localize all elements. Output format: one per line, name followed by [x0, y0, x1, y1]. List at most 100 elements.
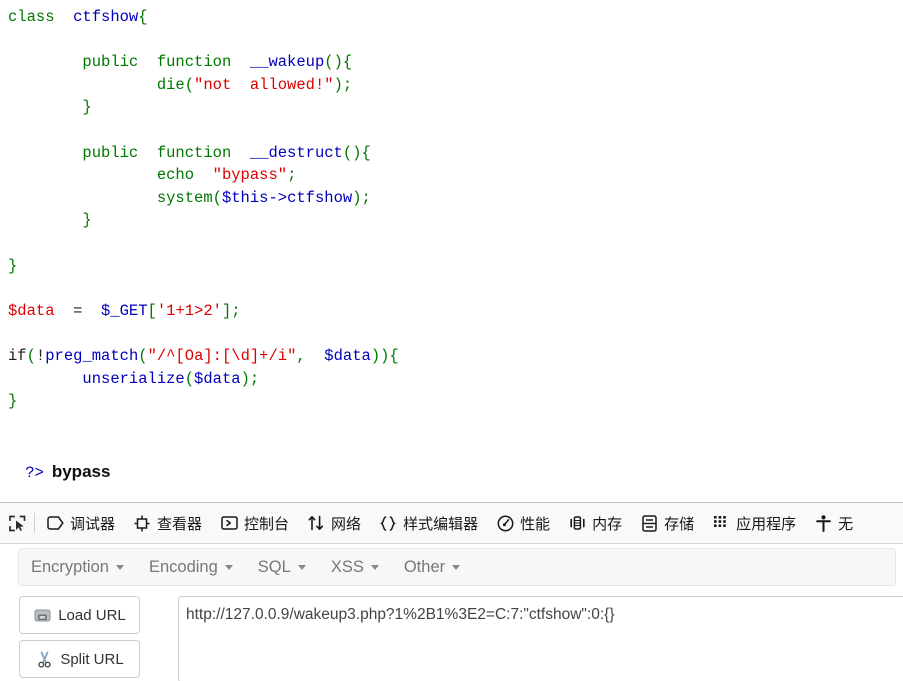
hackbar-menu-encoding[interactable]: Encoding — [149, 558, 246, 577]
devtools-tab-label: 内存 — [592, 514, 623, 533]
code-token: "bypass" — [203, 166, 288, 185]
code-token: [ — [147, 301, 157, 320]
code-token: ); — [352, 188, 371, 207]
code-token: ]; — [221, 301, 241, 320]
code-line: class ctfshow{ — [8, 6, 903, 29]
hackbar-menu-encryption[interactable]: Encryption — [31, 558, 137, 577]
performance-gauge-icon — [496, 514, 514, 532]
devtools-tab-label: 无 — [838, 514, 854, 533]
devtools-tab-label: 样式编辑器 — [403, 514, 479, 533]
devtools-tab-label: 应用程序 — [736, 514, 797, 533]
code-token: ; — [287, 166, 297, 185]
code-token: die — [8, 75, 185, 94]
url-input-textarea[interactable]: http://127.0.0.9/wakeup3.php?1%2B1%3E2=C… — [178, 596, 903, 681]
devtools-tab-7[interactable]: 内存 — [559, 503, 631, 543]
code-line: unserialize($data); — [8, 368, 903, 391]
chevron-down-icon — [224, 564, 233, 570]
toolbar-separator — [34, 513, 35, 533]
code-token: $data — [8, 301, 64, 320]
code-token: (){ — [342, 143, 371, 162]
code-token: (){ — [324, 53, 353, 72]
code-token: public — [8, 143, 148, 162]
code-token: ( — [212, 188, 222, 207]
devtools-tab-2[interactable]: 查看器 — [124, 503, 211, 543]
chevron-down-icon — [115, 564, 124, 570]
code-token: ( — [138, 346, 148, 365]
code-token: system — [8, 188, 213, 207]
code-token: { — [138, 8, 148, 26]
devtools-tab-label: 控制台 — [244, 514, 290, 533]
code-token: ! — [35, 346, 46, 365]
devtools-tab-label: 性能 — [520, 514, 551, 533]
hackbar-menu-other[interactable]: Other — [404, 558, 473, 577]
code-token: = — [63, 301, 92, 320]
code-token: if — [8, 346, 27, 365]
code-token: $_GET — [91, 301, 148, 320]
load-url-button[interactable]: Load URL — [19, 596, 140, 634]
code-line: die("not allowed!"); — [8, 74, 903, 97]
devtools-tab-list: 调试器 查看器 控制台 网络 样式编辑器 性能 内存 存储 应用程序 无 — [37, 503, 862, 543]
devtools-tab-5[interactable]: 样式编辑器 — [370, 503, 487, 543]
hackbar-menu-xss[interactable]: XSS — [331, 558, 392, 577]
code-line: $data = $_GET['1+1>2']; — [8, 300, 903, 323]
php-code-listing: class ctfshow{ public function __wakeup(… — [0, 0, 903, 413]
hackbar-menu-label: XSS — [330, 557, 364, 576]
devtools-tab-3[interactable]: 控制台 — [211, 503, 298, 543]
code-line: public function __wakeup(){ — [8, 51, 903, 74]
code-token: )){ — [370, 346, 399, 365]
inspector-crosshair-icon — [133, 514, 151, 532]
devtools-tab-label: 查看器 — [157, 514, 203, 533]
code-token: } — [8, 392, 18, 411]
code-token: ctfshow — [63, 8, 139, 26]
code-token: __wakeup — [240, 53, 325, 72]
chevron-down-icon — [370, 564, 379, 570]
code-token: ); — [333, 75, 353, 94]
code-token: } — [8, 98, 92, 117]
application-grid-icon — [712, 514, 730, 532]
devtools-tab-8[interactable]: 存储 — [631, 503, 703, 543]
code-line: public function __destruct(){ — [8, 142, 903, 165]
hackbar-menu-bar: Encryption Encoding SQL XSS Other — [18, 548, 896, 586]
devtools-tab-10[interactable]: 无 — [805, 503, 862, 543]
code-line: } — [8, 255, 903, 278]
echo-output-text: bypass — [51, 462, 111, 482]
php-source-output: class ctfshow{ public function __wakeup(… — [0, 0, 903, 502]
accessibility-person-icon — [814, 514, 832, 532]
hackbar-menu-label: Encryption — [31, 557, 109, 576]
element-picker-icon[interactable] — [0, 503, 34, 543]
code-line: system($this->ctfshow); — [8, 187, 903, 210]
devtools-tab-1[interactable]: 调试器 — [37, 503, 124, 543]
code-token: __destruct — [240, 143, 343, 162]
devtools-tab-6[interactable]: 性能 — [487, 503, 559, 543]
code-token: ); — [240, 369, 260, 388]
console-prompt-icon — [220, 514, 238, 532]
storage-database-icon — [640, 514, 658, 532]
devtools-tab-label: 存储 — [664, 514, 695, 533]
code-token: $this->ctfshow — [221, 188, 353, 207]
code-token: , — [296, 346, 315, 365]
hackbar-body: Load URL Split URL http://127.0.0.9/wake… — [0, 596, 903, 681]
code-token: $data — [315, 346, 371, 365]
chevron-down-icon — [452, 564, 461, 570]
code-token: ( — [184, 369, 195, 388]
code-token: public — [8, 53, 148, 72]
code-token: } — [8, 211, 92, 230]
code-token: "/^[Oa]:[\d]+/i" — [147, 346, 297, 365]
code-line: } — [8, 390, 903, 413]
style-editor-braces-icon — [379, 514, 397, 532]
devtools-tab-9[interactable]: 应用程序 — [703, 503, 805, 543]
hackbar-menu-sql[interactable]: SQL — [258, 558, 319, 577]
chevron-down-icon — [297, 564, 306, 570]
split-url-button[interactable]: Split URL — [19, 640, 140, 678]
code-token: preg_match — [45, 346, 139, 365]
code-line: echo "bypass"; — [8, 164, 903, 187]
devtools-tab-4[interactable]: 网络 — [298, 503, 370, 543]
hackbar-button-column: Load URL Split URL — [0, 596, 160, 681]
code-token: function — [147, 53, 241, 72]
scissors-icon — [35, 650, 53, 668]
memory-chip-icon — [568, 514, 586, 532]
